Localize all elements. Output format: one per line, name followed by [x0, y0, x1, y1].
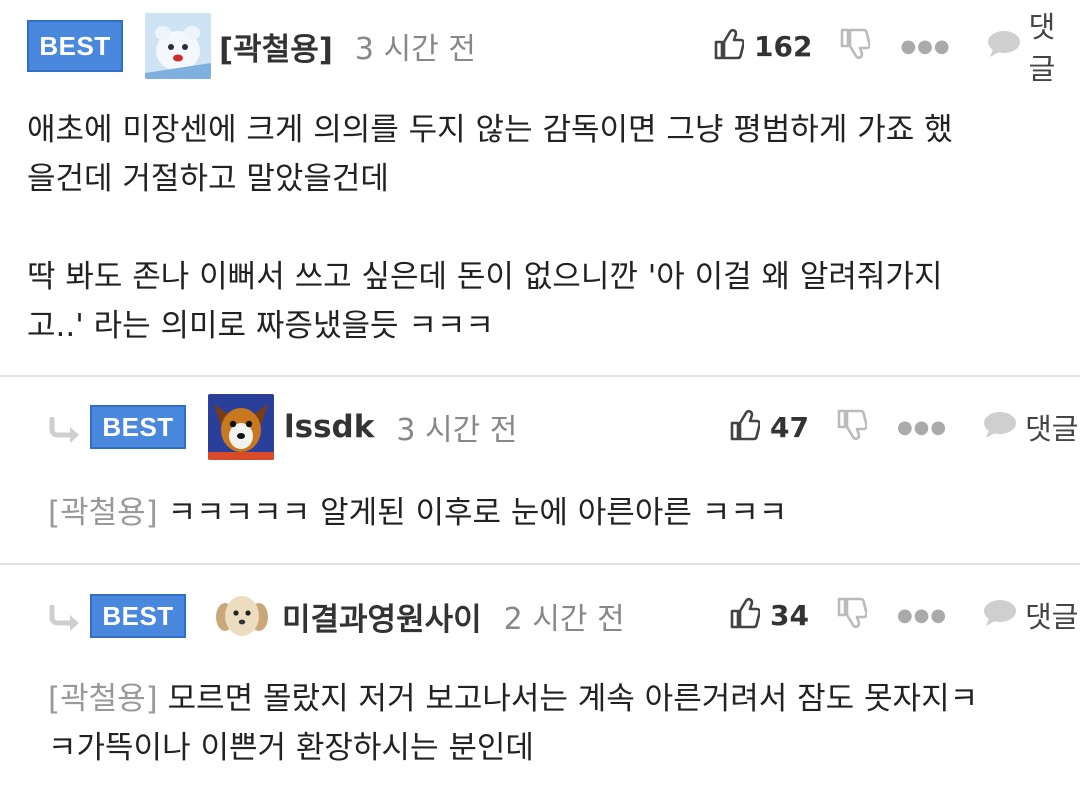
comment-body: [곽철용] 모르면 몰랐지 저거 보고나서는 계속 아른거려서 잠도 못자지ㅋ … — [48, 675, 978, 773]
timestamp: 3 시간 전 — [354, 32, 476, 67]
best-badge: BEST — [27, 20, 123, 72]
speech-bubble-icon[interactable] — [987, 30, 1021, 62]
thumbs-down-icon[interactable] — [837, 409, 868, 445]
reply-comment-1: BEST lssdk 3 시간 전 47 ●●● 댓글 [곽철용] ㅋㅋㅋㅋㅋ … — [0, 375, 1080, 563]
reply-to-tag[interactable]: [곽철용] — [48, 495, 158, 531]
comment-line: 애초에 미장센에 크게 의의를 두지 않는 감독이면 그냥 평범하게 가죠 했 — [27, 112, 953, 148]
avatar-dog-image — [208, 394, 274, 460]
comment-1: BEST [곽철용] 3 시간 전 162 ●●● 댓글 애초에 미장센에 크게… — [0, 0, 1080, 375]
thumbs-up-icon[interactable] — [714, 28, 745, 64]
username[interactable]: 미결과영원사이 — [282, 594, 482, 639]
thumbs-down-icon[interactable] — [837, 597, 868, 633]
avatar[interactable] — [208, 394, 274, 460]
avatar[interactable] — [145, 13, 211, 79]
reply-comment-2: BEST 미결과영원사이 2 시간 전 34 ●●● 댓글 [곽철용] 모르면 … — [0, 563, 1080, 798]
timestamp: 3 시간 전 — [396, 413, 518, 448]
thumbs-up-icon[interactable] — [730, 597, 761, 633]
like-count: 34 — [770, 598, 809, 632]
comment-actions: 47 ●●● 댓글 — [730, 405, 1078, 449]
like-count: 47 — [770, 410, 809, 444]
comment-line-blank — [27, 204, 953, 253]
reply-button[interactable]: 댓글 — [1025, 406, 1078, 448]
reply-button[interactable]: 댓글 — [1029, 4, 1080, 88]
comment-actions: 162 ●●● 댓글 — [714, 10, 1080, 86]
avatar-polar-bear-image — [145, 13, 211, 79]
timestamp: 2 시간 전 — [503, 602, 625, 637]
comment-text: 모르면 몰랐지 저거 보고나서는 계속 아른거려서 잠도 못자지ㅋ — [167, 681, 979, 717]
speech-bubble-icon[interactable] — [983, 411, 1017, 443]
reply-arrow-icon — [48, 416, 82, 447]
like-count: 162 — [754, 29, 813, 63]
comment-actions: 34 ●●● 댓글 — [730, 593, 1078, 637]
thumbs-up-icon[interactable] — [730, 409, 761, 445]
comment-line: 을건데 거절하고 말았을건데 — [27, 161, 389, 197]
comment-line: ㅋ가뜩이나 이쁜거 환장하시는 분인데 — [48, 730, 534, 766]
comment-line: 딱 봐도 존나 이뻐서 쓰고 싶은데 돈이 없으니깐 '아 이걸 왜 알려줘가지 — [27, 259, 943, 295]
comment-text: ㅋㅋㅋㅋㅋ 알게된 이후로 눈에 아른아른 ㅋㅋㅋ — [167, 495, 788, 531]
comment-body: 애초에 미장센에 크게 의의를 두지 않는 감독이면 그냥 평범하게 가죠 했 … — [27, 106, 953, 351]
avatar-puppy-image — [214, 591, 270, 641]
more-dots-icon[interactable]: ●●● — [900, 36, 950, 57]
comment-body: [곽철용] ㅋㅋㅋㅋㅋ 알게된 이후로 눈에 아른아른 ㅋㅋㅋ — [48, 489, 787, 538]
more-dots-icon[interactable]: ●●● — [897, 605, 947, 626]
avatar[interactable] — [214, 591, 270, 641]
reply-to-tag[interactable]: [곽철용] — [48, 681, 158, 717]
username[interactable]: [곽철용] — [219, 24, 333, 69]
thumbs-down-icon[interactable] — [840, 28, 872, 64]
username[interactable]: lssdk — [284, 409, 374, 445]
comment-header: BEST 미결과영원사이 2 시간 전 — [90, 591, 625, 641]
comment-header: BEST [곽철용] 3 시간 전 — [27, 13, 476, 79]
best-badge: BEST — [90, 594, 186, 638]
comment-header: BEST lssdk 3 시간 전 — [90, 394, 518, 460]
reply-button[interactable]: 댓글 — [1025, 594, 1078, 636]
comment-line: 고..' 라는 의미로 짜증냈을듯 ㅋㅋㅋ — [27, 308, 494, 344]
best-badge: BEST — [90, 405, 186, 449]
speech-bubble-icon[interactable] — [983, 599, 1017, 631]
more-dots-icon[interactable]: ●●● — [897, 417, 947, 438]
reply-arrow-icon — [48, 604, 82, 635]
